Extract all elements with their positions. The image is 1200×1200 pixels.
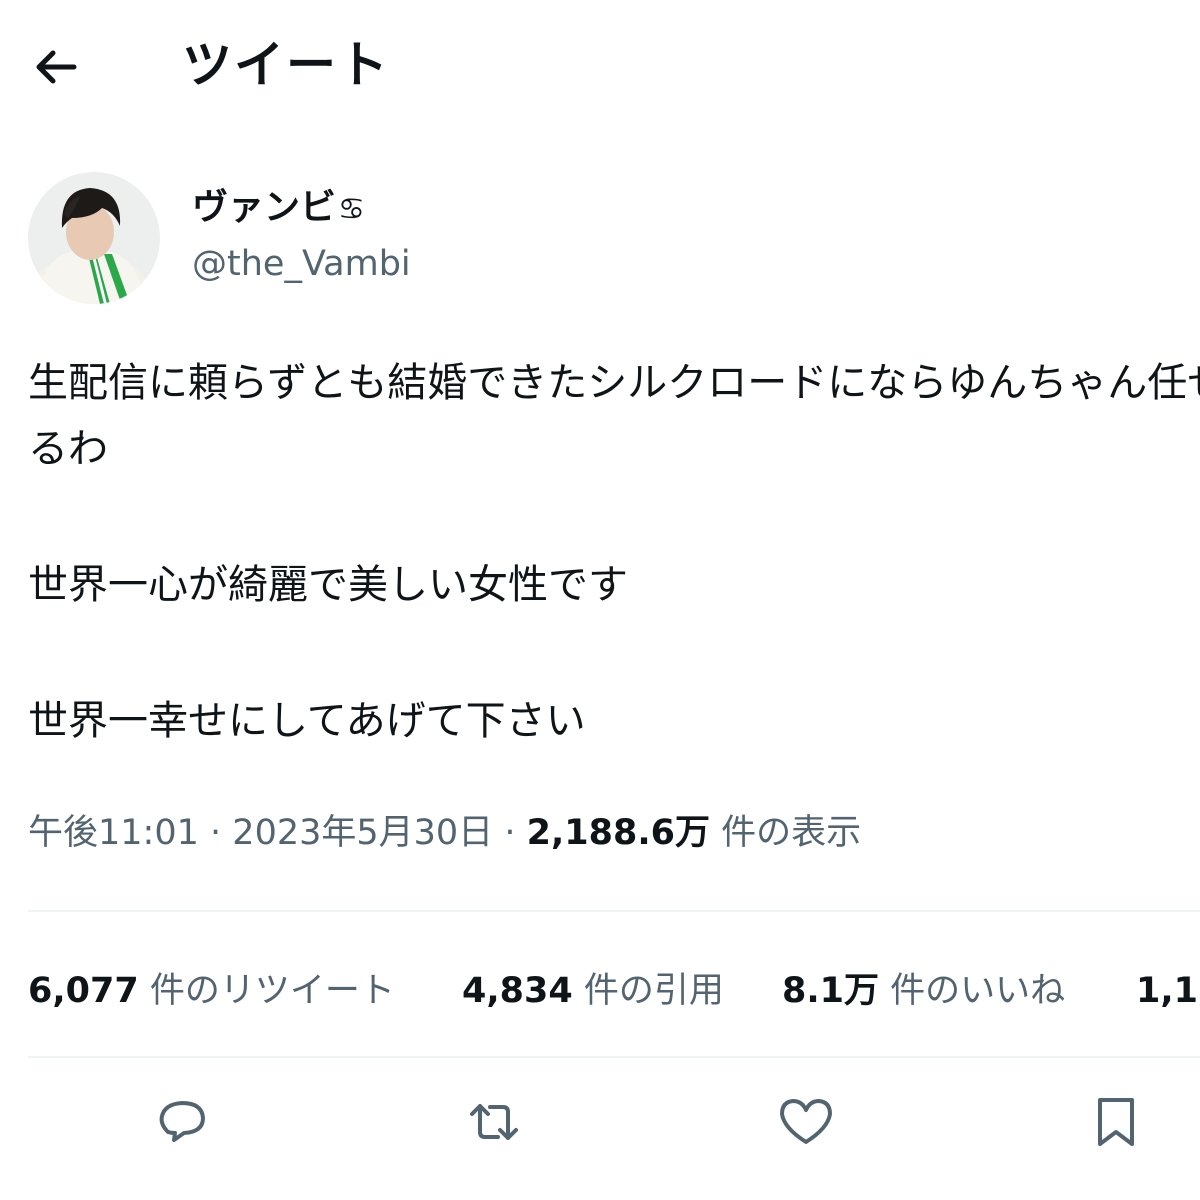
avatar-image bbox=[28, 172, 160, 304]
author-handle[interactable]: @the_Vambi bbox=[192, 240, 411, 288]
divider bbox=[28, 910, 1200, 912]
page-title: ツイート bbox=[182, 36, 390, 94]
tweet-stats: 6,077 件のリツイート 4,834 件の引用 8.1万 件のいいね 1,11 bbox=[28, 966, 1200, 1016]
like-button[interactable] bbox=[776, 1092, 836, 1152]
bookmark-icon bbox=[1098, 1098, 1134, 1146]
likes-count: 8.1万 bbox=[782, 971, 880, 1011]
tweet-meta: 午後11:01 · 2023年5月30日 · 2,188.6万 件の表示 bbox=[28, 808, 861, 858]
reply-icon bbox=[159, 1101, 205, 1142]
retweet-icon bbox=[470, 1104, 518, 1140]
reply-button[interactable] bbox=[152, 1092, 212, 1152]
tweet-line: 生配信に頼らずとも結婚できたシルクロードにならゆんちゃん任せ bbox=[28, 360, 1200, 406]
quotes-stat[interactable]: 4,834 件の引用 bbox=[462, 966, 724, 1016]
quotes-count: 4,834 bbox=[462, 971, 573, 1011]
tweet-date: 2023年5月30日 bbox=[232, 813, 494, 853]
arrow-left-icon bbox=[36, 50, 77, 84]
bookmarks-count: 1,11 bbox=[1136, 971, 1200, 1011]
likes-stat[interactable]: 8.1万 件のいいね bbox=[782, 966, 1065, 1016]
tweet-line: 世界一幸せにしてあげて下さい bbox=[28, 698, 586, 744]
views-label: 件の表示 bbox=[721, 813, 862, 853]
retweets-count: 6,077 bbox=[28, 971, 139, 1011]
back-button[interactable] bbox=[26, 36, 86, 96]
tweet-line: 世界一心が綺麗で美しい女性です bbox=[28, 562, 628, 608]
tweet-header: ツイート bbox=[0, 0, 1200, 140]
tweet-time: 午後11:01 bbox=[28, 813, 199, 853]
avatar[interactable] bbox=[28, 172, 160, 304]
retweets-stat[interactable]: 6,077 件のリツイート bbox=[28, 966, 395, 1016]
meta-separator: · bbox=[504, 813, 516, 853]
retweets-label: 件のリツイート bbox=[149, 971, 395, 1011]
cancer-zodiac-icon: ♋ bbox=[338, 192, 365, 227]
views-count: 2,188.6万 bbox=[526, 813, 710, 853]
retweet-button[interactable] bbox=[464, 1092, 524, 1152]
bookmark-button[interactable] bbox=[1086, 1092, 1146, 1152]
divider bbox=[28, 1056, 1200, 1058]
author-display-name[interactable]: ヴァンビ♋ bbox=[192, 184, 365, 234]
tweet-text: 生配信に頼らずとも結婚できたシルクロードにならゆんちゃん任せ るわ 世界一心が綺… bbox=[28, 350, 1200, 760]
likes-label: 件のいいね bbox=[890, 971, 1066, 1011]
heart-icon bbox=[780, 1099, 832, 1144]
quotes-label: 件の引用 bbox=[583, 971, 724, 1011]
tweet-line: るわ bbox=[28, 426, 108, 472]
meta-separator: · bbox=[210, 813, 222, 853]
tweet-time-link[interactable]: 午後11:01 · 2023年5月30日 bbox=[28, 813, 493, 853]
author-name-text: ヴァンビ bbox=[192, 187, 337, 228]
bookmarks-stat[interactable]: 1,11 bbox=[1136, 966, 1200, 1016]
